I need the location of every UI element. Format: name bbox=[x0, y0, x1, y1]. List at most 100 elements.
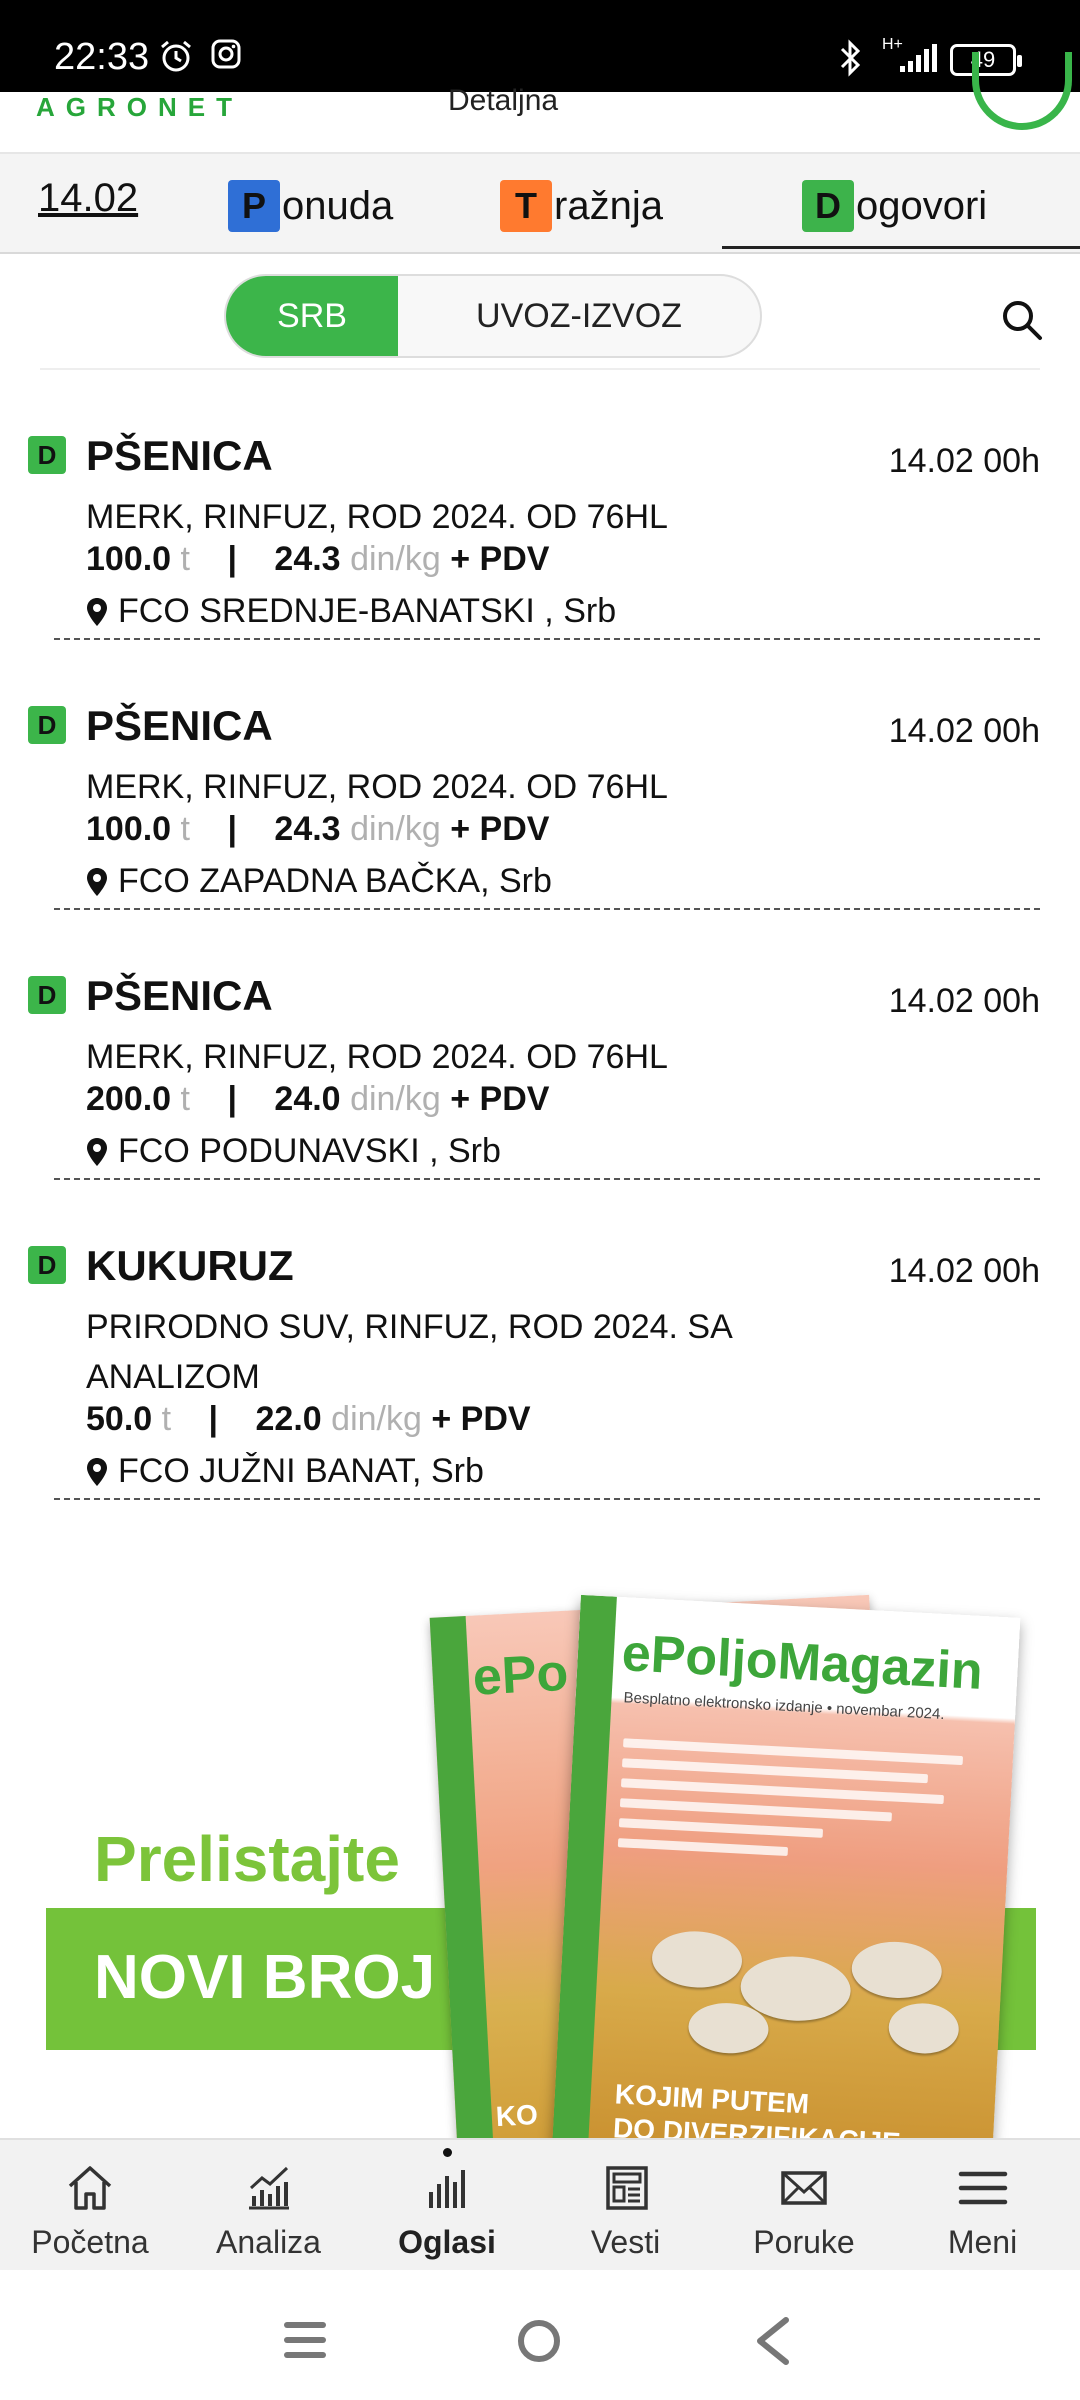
listing-quantity-unit: t bbox=[161, 1400, 172, 1438]
listing-location-row: FCO PODUNAVSKI , Srb bbox=[86, 1132, 501, 1171]
tab-ponuda[interactable]: Ponuda bbox=[228, 180, 393, 232]
nav-item-oglasi[interactable]: Oglasi bbox=[357, 2140, 537, 2272]
listing-quantity-price: 100.0 t | 24.3 din/kg + PDV bbox=[86, 810, 549, 849]
listing-tax: + PDV bbox=[450, 1080, 550, 1118]
location-pin-icon bbox=[87, 597, 107, 626]
listing-quantity: 100.0 bbox=[86, 540, 172, 578]
nav-item-početna[interactable]: Početna bbox=[0, 2140, 180, 2272]
listing-separator: | bbox=[208, 1400, 219, 1438]
listing-product: PŠENICA bbox=[86, 432, 273, 479]
listing-price: 24.0 bbox=[274, 1080, 341, 1118]
listing-timestamp: 14.02 00h bbox=[888, 442, 1040, 480]
status-time: 22:33 bbox=[54, 36, 150, 78]
tab-ponuda-label: onuda bbox=[282, 184, 394, 228]
listing-location: FCO PODUNAVSKI , Srb bbox=[118, 1132, 501, 1170]
nav-item-poruke[interactable]: Poruke bbox=[714, 2140, 894, 2272]
listing-product: PŠENICA bbox=[86, 972, 273, 1019]
home-button-icon[interactable] bbox=[516, 2318, 562, 2364]
listing-tax: + PDV bbox=[431, 1400, 531, 1438]
recent-apps-icon[interactable] bbox=[282, 2320, 328, 2360]
listing-location-row: FCO ZAPADNA BAČKA, Srb bbox=[86, 862, 552, 901]
toggle-srb[interactable]: SRB bbox=[226, 276, 398, 356]
listing-status-badge: D bbox=[28, 1246, 66, 1284]
alarm-icon bbox=[161, 40, 191, 72]
nav-label: Oglasi bbox=[398, 2224, 496, 2260]
bluetooth-icon bbox=[840, 39, 861, 77]
listing-quantity: 200.0 bbox=[86, 1080, 172, 1118]
listing-separator: | bbox=[227, 540, 237, 578]
listing-price-unit: din/kg bbox=[350, 540, 441, 578]
listing-list: D PŠENICA 14.02 00h MERK, RINFUZ, ROD 20… bbox=[0, 370, 1080, 1500]
listing-location: FCO ZAPADNA BAČKA, Srb bbox=[118, 862, 552, 900]
listing-product: KUKURUZ bbox=[86, 1242, 294, 1289]
listing-status-badge: D bbox=[28, 436, 66, 474]
listing-timestamp: 14.02 00h bbox=[888, 712, 1040, 750]
listing-location-row: FCO JUŽNI BANAT, Srb bbox=[86, 1452, 484, 1491]
nav-item-meni[interactable]: Meni bbox=[893, 2140, 1073, 2272]
toggle-uvoz-izvoz[interactable]: UVOZ-IZVOZ bbox=[398, 276, 760, 356]
signal-icon bbox=[900, 44, 937, 72]
tab-traznja[interactable]: Tražnja bbox=[500, 180, 663, 232]
listing-status-badge: D bbox=[28, 706, 66, 744]
magazine-back-title: ePo bbox=[471, 1643, 570, 1707]
listing-description: PRIRODNO SUV, RINFUZ, ROD 2024. SA ANALI… bbox=[86, 1308, 731, 1396]
listing-price: 22.0 bbox=[255, 1400, 322, 1438]
date-selector[interactable]: 14.02 bbox=[38, 176, 138, 221]
listing-status-badge: D bbox=[28, 976, 66, 1014]
active-tab-indicator bbox=[722, 246, 1080, 249]
magazine-contents bbox=[617, 1727, 964, 1876]
location-pin-icon bbox=[87, 1137, 107, 1166]
nav-label: Meni bbox=[947, 2224, 1018, 2260]
tab-bar: 14.02 Ponuda Tražnja Dogovori bbox=[0, 152, 1080, 254]
envelope-icon bbox=[781, 2171, 827, 2205]
listing-item[interactable]: D PŠENICA 14.02 00h MERK, RINFUZ, ROD 20… bbox=[28, 640, 1040, 910]
bar-chart-icon bbox=[429, 2170, 465, 2208]
listing-quantity-price: 50.0 t | 22.0 din/kg + PDV bbox=[86, 1400, 531, 1439]
search-icon[interactable] bbox=[998, 296, 1046, 344]
listing-item[interactable]: D KUKURUZ 14.02 00h PRIRODNO SUV, RINFUZ… bbox=[28, 1180, 1040, 1500]
active-indicator-dot bbox=[443, 2148, 452, 2157]
listing-quantity-unit: t bbox=[180, 540, 190, 578]
listing-quantity-unit: t bbox=[180, 1080, 190, 1118]
tab-dogovori-label: ogovori bbox=[856, 184, 988, 228]
tab-ponuda-letter: P bbox=[228, 180, 280, 232]
listing-quantity-unit: t bbox=[180, 810, 190, 848]
logo-icon[interactable] bbox=[972, 52, 1072, 130]
system-navigation-bar bbox=[0, 2270, 1080, 2400]
listing-item[interactable]: D PŠENICA 14.02 00h MERK, RINFUZ, ROD 20… bbox=[28, 910, 1040, 1180]
listing-description: MERK, RINFUZ, ROD 2024. OD 76HL bbox=[86, 768, 668, 806]
bottom-navigation: Početna Analiza Oglasi Vesti Poruke Meni bbox=[0, 2138, 1080, 2270]
listing-price: 24.3 bbox=[274, 540, 341, 578]
page-title: Detaljna bbox=[448, 84, 559, 117]
listing-separator: | bbox=[227, 1080, 237, 1118]
banner-headline: Prelistajte bbox=[94, 1823, 400, 1895]
tab-traznja-letter: T bbox=[500, 180, 552, 232]
banner-subheadline: NOVI BROJ bbox=[94, 1943, 436, 2012]
listing-separator: | bbox=[227, 810, 237, 848]
nav-label: Poruke bbox=[753, 2224, 855, 2260]
listing-location: FCO SREDNJE-BANATSKI , Srb bbox=[118, 592, 617, 630]
listing-timestamp: 14.02 00h bbox=[888, 982, 1040, 1020]
listing-description: MERK, RINFUZ, ROD 2024. OD 76HL bbox=[86, 1038, 668, 1076]
listing-quantity: 50.0 bbox=[86, 1400, 153, 1438]
nav-label: Početna bbox=[31, 2224, 149, 2260]
location-pin-icon bbox=[87, 1457, 107, 1486]
listing-price-unit: din/kg bbox=[350, 1080, 441, 1118]
analytics-icon bbox=[248, 2166, 289, 2210]
nav-item-vesti[interactable]: Vesti bbox=[536, 2140, 716, 2272]
back-button-icon[interactable] bbox=[752, 2316, 792, 2366]
listing-tax: + PDV bbox=[450, 540, 550, 578]
magazine-banner[interactable]: Prelistajte NOVI BROJ ePo KO ePoljoMagaz… bbox=[46, 1570, 1036, 2138]
nav-label: Analiza bbox=[216, 2224, 321, 2260]
magazine-title: ePoljoMagazin bbox=[620, 1624, 985, 1701]
listing-timestamp: 14.02 00h bbox=[888, 1252, 1040, 1290]
app-header: AGRONET Detaljna bbox=[0, 52, 1080, 152]
menu-icon bbox=[958, 2171, 1007, 2205]
status-bar: 22:33 H+ 49 bbox=[0, 0, 1080, 92]
region-toggle: SRB UVOZ-IZVOZ bbox=[224, 274, 762, 358]
location-pin-icon bbox=[87, 867, 107, 896]
nav-item-analiza[interactable]: Analiza bbox=[179, 2140, 359, 2272]
tab-dogovori-letter: D bbox=[802, 180, 854, 232]
tab-dogovori[interactable]: Dogovori bbox=[802, 180, 987, 232]
listing-item[interactable]: D PŠENICA 14.02 00h MERK, RINFUZ, ROD 20… bbox=[28, 370, 1040, 640]
